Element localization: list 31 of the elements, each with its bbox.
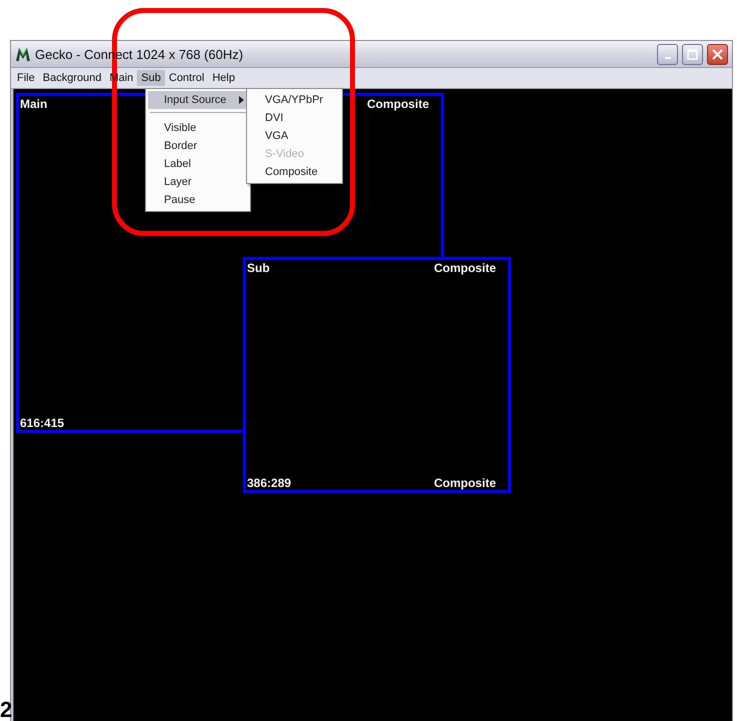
menu-item[interactable]: Input Source — [148, 91, 248, 109]
menu-item[interactable]: Pause — [148, 191, 248, 209]
menu-item[interactable]: VGA/YPbPr — [249, 91, 340, 109]
page-marker: 2 — [0, 699, 12, 721]
menu-item[interactable]: DVI — [249, 109, 340, 127]
maximize-icon — [687, 48, 698, 60]
close-icon — [712, 48, 723, 60]
close-button[interactable] — [707, 44, 728, 64]
window-name: Main — [20, 97, 48, 111]
size-label: 616:415 — [20, 416, 64, 430]
source-label: Composite — [434, 476, 496, 490]
menu-item[interactable]: Visible — [148, 119, 248, 137]
minimize-icon — [664, 57, 670, 59]
minimize-button[interactable] — [657, 44, 678, 64]
menu-item[interactable]: Background — [38, 70, 106, 86]
menu-item[interactable]: File — [13, 70, 39, 86]
menu-item[interactable]: Help — [208, 70, 239, 86]
maximize-button[interactable] — [682, 44, 703, 64]
menu-item[interactable]: Border — [148, 137, 248, 155]
size-label: 386:289 — [247, 476, 292, 490]
submenu-arrow-icon — [239, 96, 244, 104]
menu-item[interactable]: Label — [148, 155, 248, 173]
video-window[interactable]: Sub Composite 386:289 Composite — [243, 257, 511, 493]
menu-item[interactable]: Layer — [148, 173, 248, 191]
menu-item[interactable]: Composite — [249, 163, 340, 181]
source-label: Composite — [366, 97, 429, 111]
logo-icon — [15, 46, 31, 62]
window-name: Sub — [247, 261, 270, 275]
menu-item[interactable]: Control — [164, 70, 208, 86]
menu-item[interactable]: VGA — [249, 127, 340, 145]
menu-item[interactable]: Sub — [137, 70, 165, 86]
